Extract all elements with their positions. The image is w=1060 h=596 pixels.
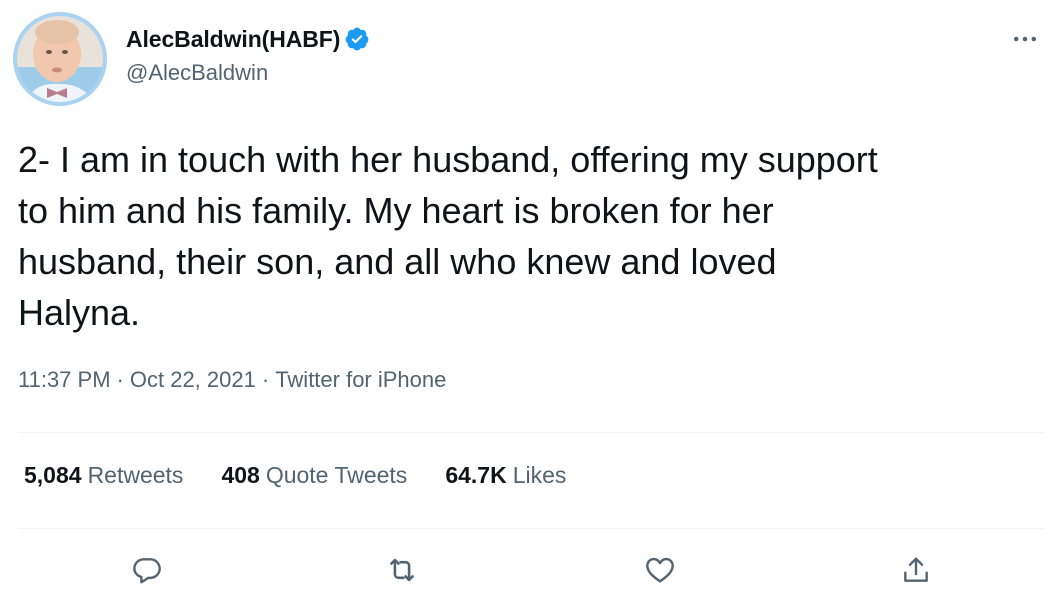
- retweet-button[interactable]: [382, 550, 422, 590]
- more-options-button[interactable]: [1008, 24, 1042, 54]
- user-info: AlecBaldwin(HABF) @AlecBaldwin: [126, 24, 370, 86]
- likes-label: Likes: [512, 462, 567, 488]
- name-row: AlecBaldwin(HABF): [126, 24, 370, 54]
- avatar[interactable]: [13, 12, 107, 106]
- tweet-meta: 11:37 PM · Oct 22, 2021 · Twitter for iP…: [18, 367, 446, 393]
- tweet-date[interactable]: Oct 22, 2021: [130, 367, 256, 393]
- divider: [18, 528, 1044, 529]
- retweet-icon: [390, 558, 414, 582]
- tweet-text: 2- I am in touch with her husband, offer…: [18, 139, 878, 333]
- quote-tweets-count: 408: [221, 462, 260, 488]
- more-icon: [1014, 36, 1036, 42]
- retweets-stat[interactable]: 5,084 Retweets: [24, 462, 183, 489]
- heart-icon: [646, 557, 674, 583]
- likes-stat[interactable]: 64.7K Likes: [445, 462, 566, 489]
- like-button[interactable]: [640, 550, 680, 590]
- tweet-stats: 5,084 Retweets 408 Quote Tweets 64.7K Likes: [24, 462, 604, 489]
- retweets-label: Retweets: [87, 462, 184, 488]
- meta-separator: ·: [116, 367, 124, 392]
- reply-button[interactable]: [127, 550, 167, 590]
- reply-icon: [133, 558, 161, 584]
- likes-count: 64.7K: [445, 462, 507, 488]
- verified-badge-icon: [344, 26, 370, 52]
- display-name[interactable]: AlecBaldwin(HABF): [126, 26, 340, 53]
- tweet-time[interactable]: 11:37 PM: [18, 367, 111, 393]
- avatar-image: [13, 12, 107, 106]
- quote-tweets-label: Quote Tweets: [265, 462, 408, 488]
- tweet-card: AlecBaldwin(HABF) @AlecBaldwin 2- I am i…: [0, 0, 1060, 596]
- action-bar: [0, 550, 1060, 590]
- tweet-source[interactable]: Twitter for iPhone: [275, 367, 446, 393]
- user-handle[interactable]: @AlecBaldwin: [126, 60, 370, 86]
- meta-separator: ·: [261, 367, 270, 392]
- share-button[interactable]: [896, 550, 936, 590]
- divider: [18, 432, 1044, 433]
- share-icon: [904, 557, 928, 582]
- retweets-count: 5,084: [24, 462, 82, 488]
- quote-tweets-stat[interactable]: 408 Quote Tweets: [221, 462, 407, 489]
